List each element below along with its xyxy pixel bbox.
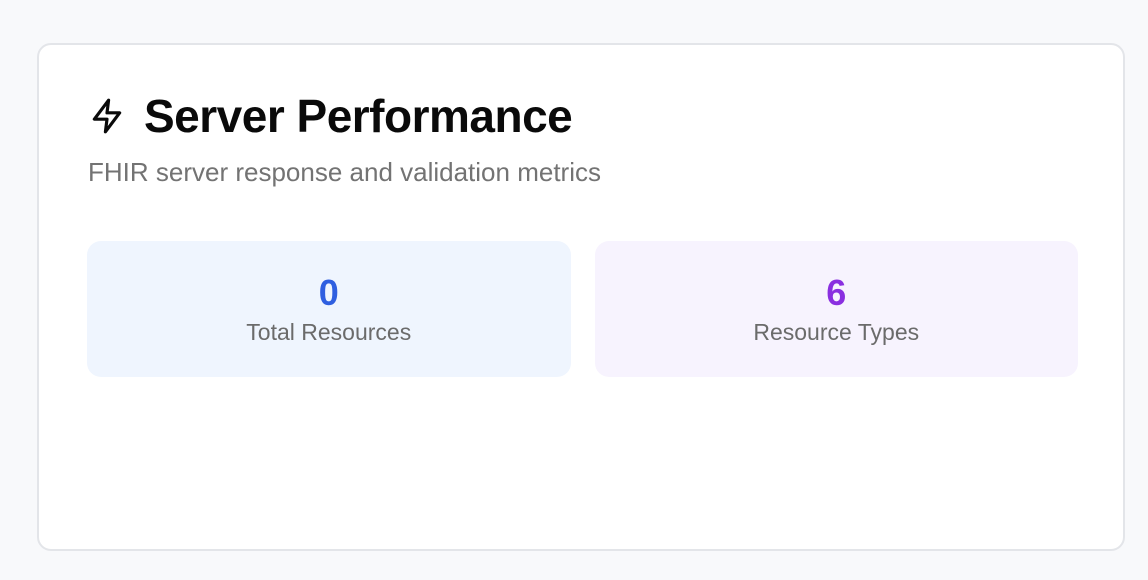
stat-value: 0 bbox=[318, 271, 339, 313]
stat-total-resources: 0 Total Resources bbox=[87, 241, 571, 377]
server-performance-card: Server Performance FHIR server response … bbox=[37, 43, 1125, 551]
bolt-icon bbox=[88, 97, 126, 135]
stat-value: 6 bbox=[826, 271, 847, 313]
card-subtitle: FHIR server response and validation metr… bbox=[88, 157, 601, 187]
card-title: Server Performance bbox=[144, 90, 573, 142]
stat-label: Resource Types bbox=[753, 318, 920, 345]
stat-label: Total Resources bbox=[246, 318, 412, 345]
stats-row: 0 Total Resources 6 Resource Types bbox=[87, 241, 1078, 377]
card-header: Server Performance bbox=[88, 90, 573, 142]
stat-resource-types: 6 Resource Types bbox=[594, 241, 1078, 377]
